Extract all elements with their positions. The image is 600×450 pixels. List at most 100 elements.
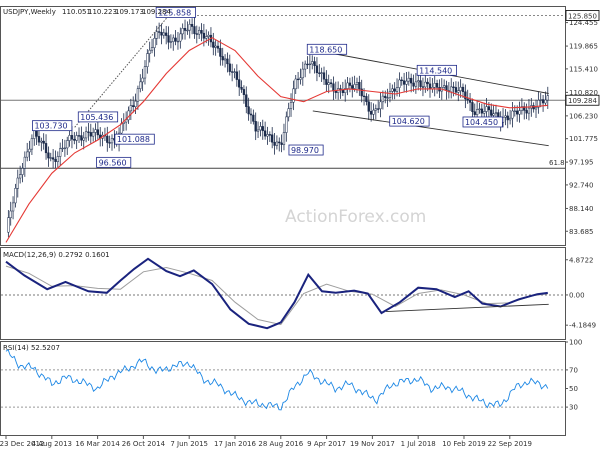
annotation-label: 103.730: [34, 122, 67, 131]
candle-body: [198, 30, 201, 35]
candle-body: [327, 82, 330, 85]
candle-body: [428, 83, 432, 90]
candle-body: [271, 134, 274, 143]
candle-body: [442, 85, 446, 88]
candle-body: [47, 152, 50, 159]
candle-body: [195, 33, 198, 35]
x-tick-label: 1 Jul 2018: [401, 440, 436, 448]
macd-pane: 4.8722 0.00 -4.1849: [1, 256, 596, 330]
x-tick-label: 10 Feb 2019: [442, 440, 486, 448]
x-tick-label: 9 Apr 2017: [307, 440, 346, 448]
candle-body: [33, 129, 36, 139]
candle-body: [51, 157, 55, 160]
candle-body: [80, 135, 83, 141]
candle-body: [475, 109, 479, 115]
annotation-label: 96.560: [99, 158, 127, 167]
candle-body: [546, 95, 549, 101]
candle-body: [160, 31, 163, 36]
candle-body: [96, 129, 100, 136]
candle-body: [468, 99, 472, 103]
candle-body: [372, 109, 375, 115]
price-tick-label: 101.775: [569, 135, 598, 143]
candle-body: [301, 68, 304, 79]
macd-signal-line: [5, 265, 548, 326]
candle-body: [527, 107, 531, 114]
macd-pane-frame: [0, 247, 566, 340]
candle-body: [362, 95, 366, 98]
candle-body: [216, 45, 220, 49]
candle-body: [7, 217, 10, 233]
candle-body: [516, 110, 519, 115]
candle-body: [54, 159, 57, 162]
candle-body: [92, 132, 95, 137]
candle-body: [294, 78, 297, 90]
candle-body: [322, 72, 326, 80]
candle-body: [424, 81, 427, 88]
candle-body: [181, 28, 184, 35]
candle-body: [348, 82, 352, 86]
candle-body: [318, 72, 321, 74]
candle-body: [377, 108, 380, 110]
candle-body: [139, 81, 142, 89]
ohlc-low: 109.173: [115, 8, 144, 16]
candle-body: [289, 101, 293, 109]
candle-body: [68, 135, 71, 141]
candle-body: [275, 141, 279, 146]
macd-pane-title: MACD(12,26,9) 0.2792 0.1601: [3, 251, 110, 259]
candle-body: [292, 88, 295, 103]
x-tick-label: 28 Aug 2016: [258, 440, 303, 448]
candle-body: [146, 53, 149, 67]
candle-body: [82, 137, 85, 141]
candle-body: [223, 58, 227, 61]
candle-body: [205, 36, 208, 39]
candle-body: [426, 81, 429, 85]
x-tick-label: 17 Jan 2016: [214, 440, 257, 448]
candle-body: [454, 87, 458, 93]
candle-body: [282, 132, 286, 145]
candle-body: [412, 82, 415, 87]
candle-body: [386, 97, 389, 99]
candle-body: [263, 130, 267, 137]
candle-body: [306, 63, 309, 66]
candle-body: [421, 86, 425, 88]
candle-body: [207, 34, 210, 37]
candle-body: [518, 110, 521, 115]
usdjpy-weekly-chart: ActionForex.com 83.685 88.140 92.740 97.195…: [0, 6, 600, 448]
candle-body: [179, 33, 182, 42]
pivot-dotted-line: [74, 17, 168, 128]
ohlc-open: 110.051: [62, 8, 91, 16]
candle-body: [75, 135, 78, 141]
candle-body: [351, 85, 354, 89]
candle-body: [315, 65, 319, 74]
candle-body: [212, 41, 215, 48]
candle-body: [254, 121, 257, 132]
candle-body: [23, 156, 26, 169]
price-tick-label: 106.230: [569, 112, 598, 120]
macd-line: [5, 257, 548, 330]
candle-body: [221, 56, 224, 61]
candle-body: [299, 77, 302, 80]
candle-body: [278, 141, 281, 144]
candle-body: [379, 101, 382, 110]
ohlc-high: 110.223: [88, 8, 117, 16]
candle-body: [384, 95, 387, 99]
candle-body: [176, 40, 180, 43]
candle-body: [487, 106, 491, 111]
candle-body: [238, 79, 241, 88]
candle-body: [367, 101, 370, 112]
candle-body: [513, 110, 516, 112]
candle-body: [358, 82, 361, 90]
candle-body: [165, 32, 168, 36]
candle-body: [365, 96, 368, 102]
candle-body: [230, 71, 234, 73]
candle-body: [240, 86, 243, 90]
candle-body: [162, 32, 165, 36]
annotation-label: 104.620: [392, 117, 425, 126]
x-tick-label: 26 Oct 2014: [122, 440, 166, 448]
candle-body: [42, 140, 45, 144]
candle-body: [200, 30, 203, 34]
candle-body: [26, 151, 29, 158]
candle-body: [435, 83, 439, 88]
candle-body: [280, 142, 283, 145]
candle-body: [287, 108, 290, 118]
